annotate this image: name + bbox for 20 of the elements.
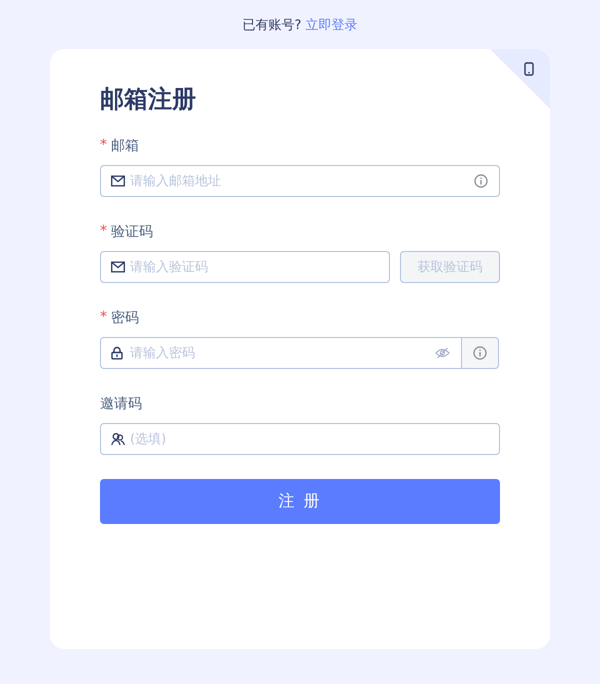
eye-slash-icon[interactable]: [435, 347, 450, 359]
login-link[interactable]: 立即登录: [305, 16, 358, 33]
input-field[interactable]: 请输入邮箱地址: [100, 165, 500, 197]
required-mark: *: [100, 137, 107, 155]
input-field[interactable]: 请输入验证码: [100, 251, 390, 283]
field-label: 邮箱: [111, 137, 139, 155]
register-button[interactable]: 注 册: [100, 479, 500, 524]
info-icon: [474, 174, 488, 188]
field-label: 邀请码: [100, 395, 142, 413]
input-field[interactable]: 请输入密码: [100, 337, 462, 369]
required-mark: *: [100, 223, 107, 241]
info-icon: [473, 346, 487, 360]
phone-icon: [524, 62, 534, 76]
info-button[interactable]: [461, 337, 499, 369]
field-label: 验证码: [111, 223, 153, 241]
prompt-text: 已有账号?: [242, 17, 302, 33]
input-field[interactable]: (选填): [100, 423, 500, 455]
field-label: 密码: [111, 309, 139, 327]
form-title: 邮箱注册: [100, 84, 197, 115]
required-mark: *: [100, 309, 107, 327]
